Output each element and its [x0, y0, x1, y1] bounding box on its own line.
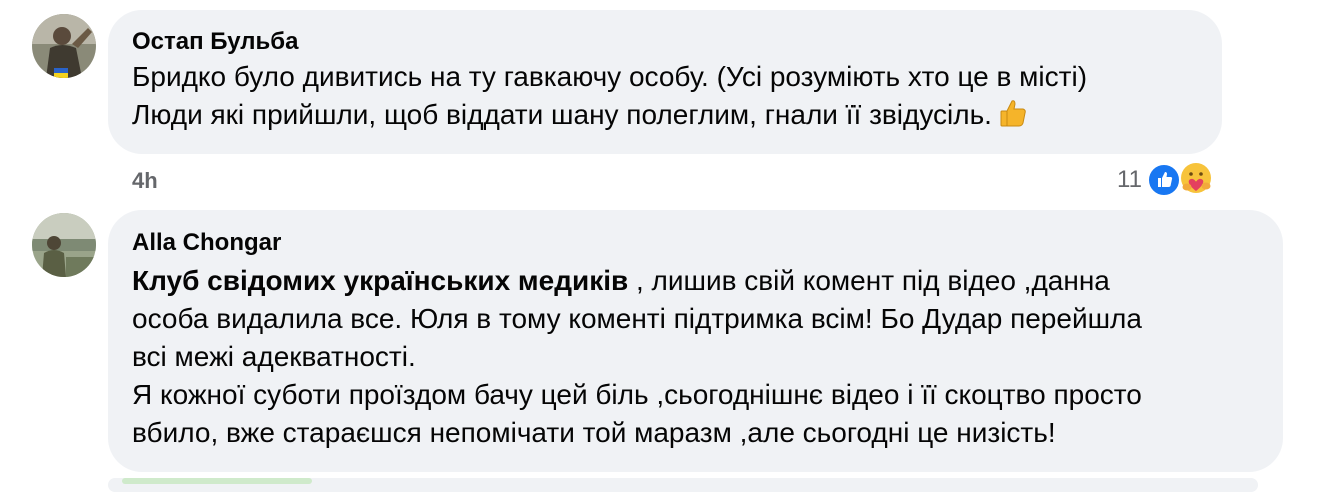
comment-author[interactable]: Остап Бульба: [132, 27, 298, 57]
comment-line-with-mention: Клуб свідомих українських медиків , лиши…: [132, 262, 1142, 300]
avatar[interactable]: [32, 213, 96, 277]
comment-text: Бридко було дивитись на ту гавкаючу особ…: [132, 58, 1087, 138]
comment-line-with-emoji: Люди які прийшли, щоб віддати шану полег…: [132, 96, 1087, 138]
mention-link[interactable]: Клуб свідомих українських медиків: [132, 265, 628, 296]
next-comment-highlight: [122, 478, 312, 484]
like-icon[interactable]: [1147, 163, 1181, 197]
comment-bubble: Остап Бульба Бридко було дивитись на ту …: [108, 10, 1222, 154]
comment-line: Люди які прийшли, щоб віддати шану полег…: [132, 99, 992, 130]
avatar[interactable]: [32, 14, 96, 78]
comment-timestamp[interactable]: 4h: [132, 168, 158, 194]
care-icon[interactable]: [1179, 161, 1213, 195]
comment-line: особа видалила все. Юля в тому коменті п…: [132, 303, 1142, 334]
thumbs-up-icon: [998, 98, 1028, 138]
comment-line: Бридко було дивитись на ту гавкаючу особ…: [132, 61, 1088, 92]
comment-author[interactable]: Alla Chongar: [132, 228, 281, 258]
next-comment-bubble: [108, 478, 1258, 492]
comment-bubble: Alla Chongar Клуб свідомих українських м…: [108, 210, 1283, 472]
comment-line: вбило, вже стараєшся непомічати той мара…: [132, 417, 1056, 448]
reaction-count[interactable]: 11: [1117, 166, 1142, 194]
comment-line: всі межі адекватності.: [132, 341, 416, 372]
comment-line: , лишив свій комент під відео ,данна: [628, 265, 1110, 296]
comment-text: Клуб свідомих українських медиків , лиши…: [132, 262, 1142, 452]
comment-line: Я кожної суботи проїздом бачу цей біль ,…: [132, 379, 1142, 410]
